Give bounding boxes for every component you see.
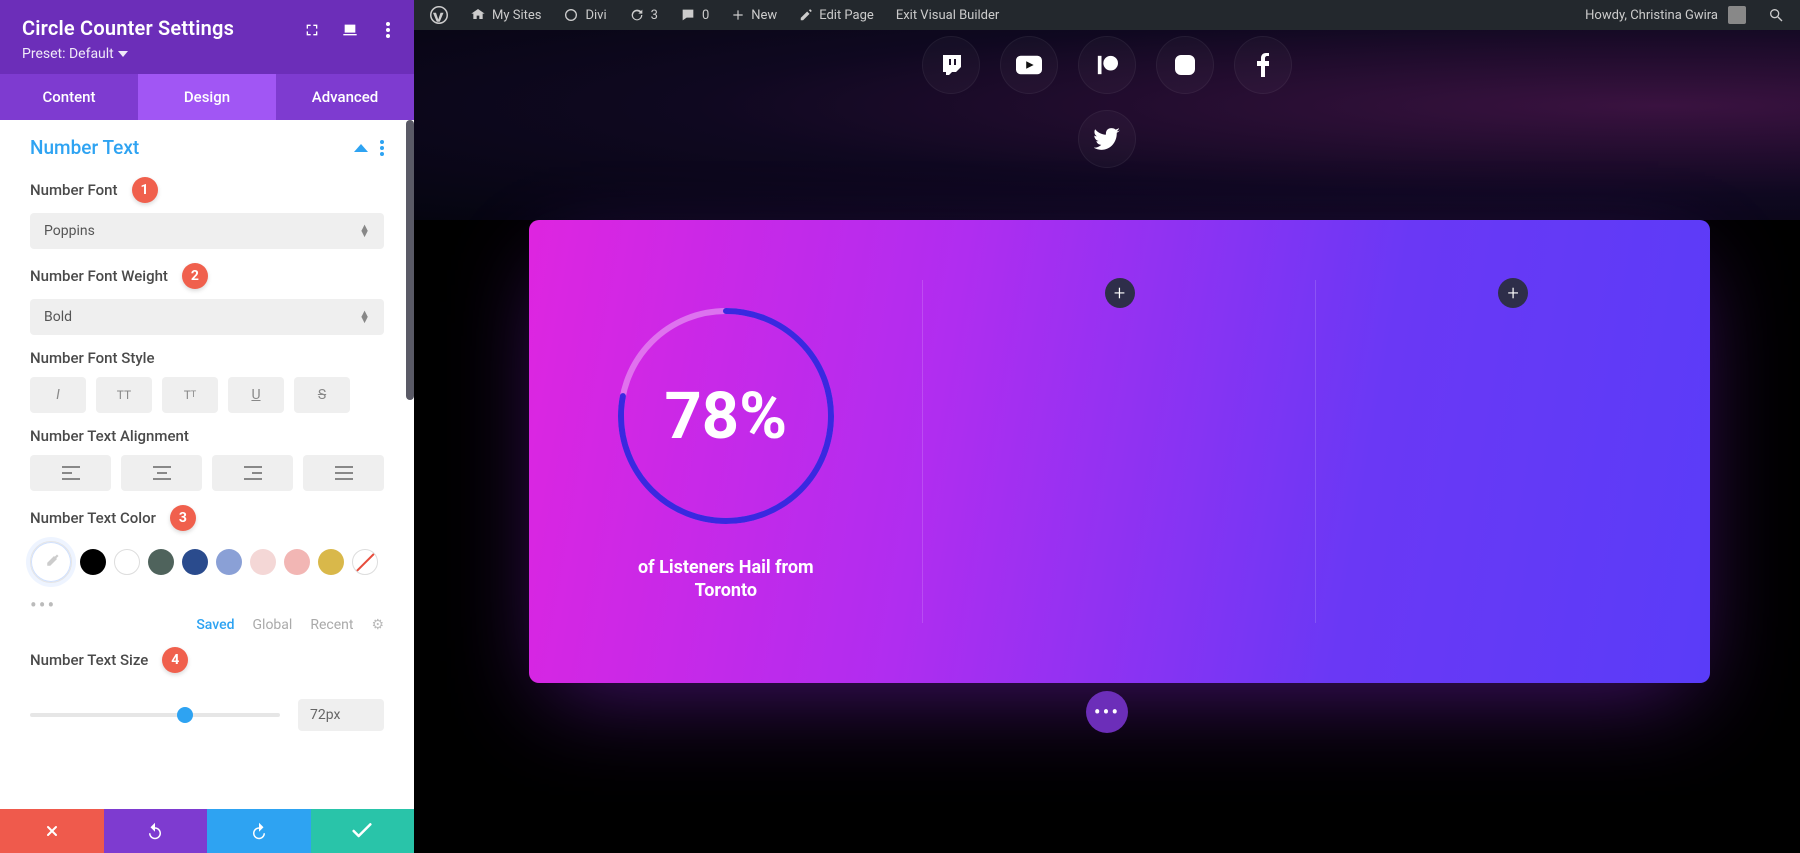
color-settings-icon[interactable]: ⚙ — [371, 617, 384, 633]
twitter-icon[interactable] — [1078, 110, 1136, 168]
badge-3: 3 — [170, 505, 196, 531]
underline-button[interactable]: U — [228, 377, 284, 413]
tab-content[interactable]: Content — [0, 74, 138, 120]
italic-button[interactable]: I — [30, 377, 86, 413]
swatch-navy[interactable] — [182, 549, 208, 575]
wp-howdy[interactable]: Howdy, Christina Gwira — [1575, 0, 1756, 30]
circle-counter: 78% — [611, 301, 841, 531]
wp-updates[interactable]: 3 — [619, 0, 668, 30]
swatch-pink[interactable] — [284, 549, 310, 575]
counter-column: 78% of Listeners Hail from Toronto — [529, 220, 923, 683]
more-swatches-button[interactable]: ••• — [0, 587, 414, 617]
wp-admin-bar: My Sites Divi 3 0 New Edit Page Exit Vis… — [414, 0, 1800, 30]
number-weight-label: Number Font Weight — [30, 267, 168, 285]
swatch-white[interactable] — [114, 549, 140, 575]
undo-button[interactable] — [104, 809, 208, 853]
settings-sidebar: Circle Counter Settings Preset: Default … — [0, 0, 414, 853]
section-title: Number Text — [30, 136, 139, 159]
wp-search-icon[interactable] — [1758, 0, 1794, 30]
size-slider[interactable] — [30, 713, 280, 717]
preset-dropdown[interactable]: Preset: Default — [22, 46, 128, 62]
number-align-label: Number Text Alignment — [30, 427, 189, 445]
add-module-button[interactable]: + — [1498, 278, 1528, 308]
hero-dark-section — [414, 30, 1800, 220]
number-size-label: Number Text Size — [30, 651, 148, 669]
align-center-button[interactable] — [121, 455, 202, 491]
counter-caption: of Listeners Hail from Toronto — [616, 557, 836, 602]
number-font-label: Number Font — [30, 181, 118, 199]
strikethrough-button[interactable]: S — [294, 377, 350, 413]
swatch-black[interactable] — [80, 549, 106, 575]
wp-new[interactable]: New — [721, 0, 787, 30]
cancel-button[interactable] — [0, 809, 104, 853]
color-tab-global[interactable]: Global — [253, 617, 293, 633]
number-style-label: Number Font Style — [30, 349, 155, 367]
empty-column-2: + — [923, 220, 1317, 683]
swatch-none[interactable] — [352, 549, 378, 575]
sidebar-tabs: Content Design Advanced — [0, 74, 414, 120]
twitch-icon[interactable] — [922, 36, 980, 94]
color-picker-button[interactable] — [30, 541, 72, 583]
kebab-icon[interactable] — [372, 14, 404, 46]
wp-edit-page[interactable]: Edit Page — [789, 0, 884, 30]
badge-4: 4 — [162, 647, 188, 673]
swatch-blush[interactable] — [250, 549, 276, 575]
number-weight-select[interactable]: Bold ▲▼ — [30, 299, 384, 335]
expand-icon[interactable] — [296, 14, 328, 46]
collapse-icon[interactable] — [354, 141, 368, 155]
size-value-input[interactable]: 72px — [298, 699, 384, 731]
tab-design[interactable]: Design — [138, 74, 276, 120]
tab-advanced[interactable]: Advanced — [276, 74, 414, 120]
wp-comments[interactable]: 0 — [670, 0, 719, 30]
sidebar-footer — [0, 809, 414, 853]
badge-1: 1 — [132, 177, 158, 203]
facebook-icon[interactable] — [1234, 36, 1292, 94]
save-button[interactable] — [311, 809, 415, 853]
align-justify-button[interactable] — [303, 455, 384, 491]
wp-divi[interactable]: Divi — [553, 0, 616, 30]
empty-column-3: + — [1316, 220, 1710, 683]
smallcaps-button[interactable]: TT — [162, 377, 218, 413]
badge-2: 2 — [182, 263, 208, 289]
stats-section: 78% of Listeners Hail from Toronto + + — [529, 220, 1710, 683]
sidebar-header: Circle Counter Settings Preset: Default — [0, 0, 414, 74]
wp-exit-vb[interactable]: Exit Visual Builder — [886, 0, 1009, 30]
swatch-gold[interactable] — [318, 549, 344, 575]
wp-logo-icon[interactable] — [420, 0, 458, 30]
sidebar-body: Number Text Number Font 1 Poppins ▲▼ Num… — [0, 120, 414, 809]
size-slider-thumb[interactable] — [177, 707, 193, 723]
patreon-icon[interactable] — [1078, 36, 1136, 94]
color-tab-recent[interactable]: Recent — [310, 617, 353, 633]
counter-number: 78% — [611, 301, 841, 531]
align-right-button[interactable] — [212, 455, 293, 491]
number-color-label: Number Text Color — [30, 509, 156, 527]
wp-mysites[interactable]: My Sites — [460, 0, 551, 30]
vb-menu-button[interactable]: ••• — [1086, 691, 1128, 733]
responsive-icon[interactable] — [334, 14, 366, 46]
redo-button[interactable] — [207, 809, 311, 853]
number-font-select[interactable]: Poppins ▲▼ — [30, 213, 384, 249]
instagram-icon[interactable] — [1156, 36, 1214, 94]
preview-area: My Sites Divi 3 0 New Edit Page Exit Vis… — [414, 0, 1800, 853]
color-tab-saved[interactable]: Saved — [196, 617, 234, 633]
avatar — [1728, 6, 1746, 24]
youtube-icon[interactable] — [1000, 36, 1058, 94]
swatch-lightblue[interactable] — [216, 549, 242, 575]
uppercase-button[interactable]: TT — [96, 377, 152, 413]
section-kebab-icon[interactable] — [380, 140, 384, 156]
align-left-button[interactable] — [30, 455, 111, 491]
swatch-green[interactable] — [148, 549, 174, 575]
add-module-button[interactable]: + — [1105, 278, 1135, 308]
